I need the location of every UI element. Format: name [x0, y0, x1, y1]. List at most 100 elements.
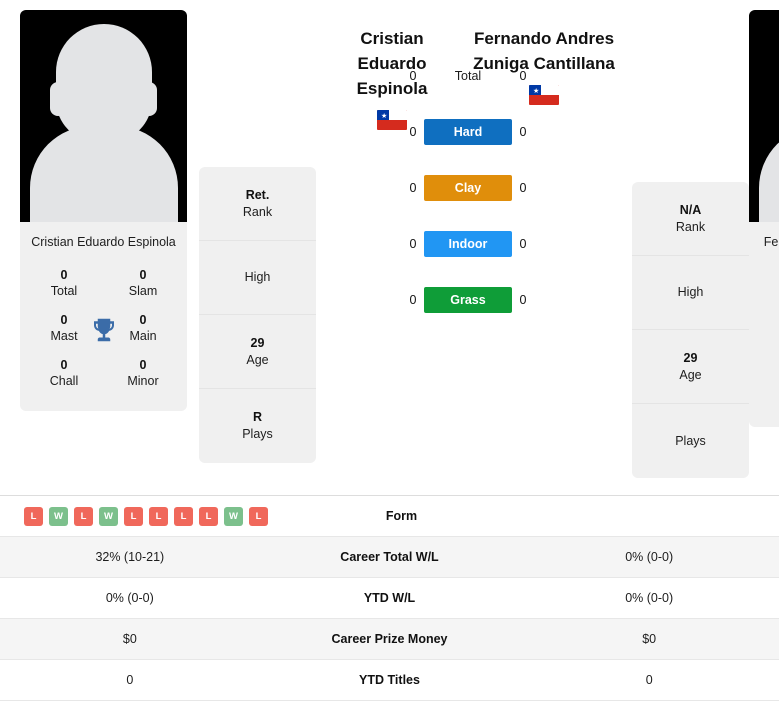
stat-label: Minor — [127, 374, 159, 388]
row-value-left: 0 — [126, 673, 134, 687]
avatar-body — [29, 126, 178, 222]
stat-chall-left: 0 Chall — [36, 358, 92, 389]
flag-star: ★ — [381, 112, 388, 120]
surface-row-hard: 0 Hard 0 — [394, 118, 542, 146]
titles-row: 0 Chall 0 Minor — [26, 352, 181, 397]
stat-value: 0 — [139, 268, 147, 282]
player-info-card-left: Ret. Rank High 29 Age R Plays — [199, 167, 316, 463]
stat-value: 0 — [60, 268, 68, 282]
stat-value: 0 — [60, 313, 68, 327]
surface-label-clay: Clay — [424, 175, 512, 201]
player-card-left[interactable]: Cristian Eduardo Espinola 0 Total 0 Slam… — [20, 10, 187, 411]
form-badge-loss: L — [174, 506, 193, 526]
surface-row-grass: 0 Grass 0 — [394, 286, 542, 314]
row-label: Career Total W/L — [340, 550, 439, 564]
titles-row: 0 Total 0 Slam — [26, 262, 181, 307]
stat-label: Main — [129, 329, 157, 343]
info-value: 29 — [250, 335, 265, 350]
stat-value: 0 — [60, 358, 68, 372]
trophy-icon — [89, 315, 119, 345]
form-badge-win: W — [99, 506, 118, 526]
player-info-card-right: N/A Rank High 29 Age Plays — [632, 182, 749, 478]
surface-right-value: 0 — [519, 293, 527, 307]
name-line: Fernando Andres — [473, 29, 615, 48]
surface-label-hard: Hard — [424, 119, 512, 145]
surface-row-indoor: 0 Indoor 0 — [394, 230, 542, 258]
info-rank-right: N/A Rank — [632, 182, 749, 256]
stat-slam-left: 0 Slam — [115, 268, 171, 299]
center-stage: Cristian Eduardo Espinola ★ Fernando And… — [316, 0, 620, 330]
form-badge-loss: L — [249, 506, 268, 526]
center-comparison: Cristian Eduardo Espinola ★ Fernando And… — [316, 0, 620, 330]
stat-label: Mast — [50, 329, 78, 343]
info-label: Plays — [242, 427, 273, 441]
surface-right-value: 0 — [519, 69, 527, 83]
titles-row: 0 Chall 0 Minor — [755, 368, 779, 413]
table-row-ytd-titles: 0 YTD Titles 0 — [0, 660, 779, 701]
info-label: Age — [679, 367, 702, 382]
stat-label: Total — [50, 284, 78, 298]
info-label: High — [677, 285, 704, 299]
form-badge-loss: L — [74, 506, 93, 526]
form-badge-win: W — [49, 506, 68, 526]
surface-label-indoor: Indoor — [424, 231, 512, 257]
stat-total-right: 0 Total — [765, 284, 779, 315]
info-value: R — [252, 410, 263, 424]
titles-row: 0 Total 0 Slam — [755, 278, 779, 323]
stat-value: 0 — [765, 284, 779, 299]
row-value-left: 32% (10-21) — [95, 550, 165, 564]
stat-main-left: 0 Main — [115, 313, 171, 344]
row-label: YTD Titles — [359, 673, 420, 687]
info-plays-left: R Plays — [199, 389, 316, 463]
info-label: Rank — [242, 204, 273, 219]
surface-right-value: 0 — [519, 125, 527, 139]
stat-mast-right: 0 Mast — [765, 329, 779, 360]
player-comparison-header: Cristian Eduardo Espinola 0 Total 0 Slam… — [0, 0, 779, 495]
info-label: Plays — [675, 433, 706, 448]
avatar-ear-left — [50, 82, 66, 116]
stat-minor-left: 0 Minor — [115, 358, 171, 389]
form-badges-left: LWLWLLLLWL — [0, 506, 276, 526]
table-row-form: LWLWLLLLWL Form — [0, 496, 779, 537]
stat-label: Total — [765, 299, 779, 315]
stat-value: 0 — [765, 374, 779, 389]
titles-grid-left: 0 Total 0 Slam 0 Mast 0 Main 0 Chall 0 M… — [20, 260, 187, 411]
stat-label: Chall — [49, 374, 79, 388]
info-plays-right: Plays — [632, 404, 749, 478]
stat-label: Slam — [128, 284, 158, 298]
stat-value: 0 — [139, 358, 147, 372]
row-value-right: $0 — [642, 632, 657, 646]
surface-left-value: 0 — [409, 125, 417, 139]
table-row-career-wl: 32% (10-21) Career Total W/L 0% (0-0) — [0, 537, 779, 578]
row-label-form: Form — [385, 509, 418, 523]
info-high-right: High — [632, 256, 749, 330]
stat-total-left: 0 Total — [36, 268, 92, 299]
surface-titles-bars: 0 Total 0 0 Hard 0 0 Clay 0 0 Indoor 0 0… — [394, 62, 542, 314]
info-value: 29 — [683, 350, 698, 365]
form-badge-win: W — [224, 506, 243, 526]
info-age-right: 29 Age — [632, 330, 749, 404]
row-label: YTD W/L — [363, 591, 416, 605]
form-badge-loss: L — [149, 506, 168, 526]
surface-label-grass: Grass — [424, 287, 512, 313]
flag-white-band — [541, 85, 559, 95]
stat-label: Mast — [765, 344, 779, 360]
form-badge-loss: L — [199, 506, 218, 526]
row-value-left: 0% (0-0) — [105, 591, 154, 605]
surface-right-value: 0 — [519, 237, 527, 251]
surface-left-value: 0 — [409, 69, 417, 83]
stat-value: 0 — [765, 329, 779, 344]
surface-left-value: 0 — [409, 237, 417, 251]
info-label: Rank — [675, 219, 706, 234]
table-row-prize-money: $0 Career Prize Money $0 — [0, 619, 779, 660]
stat-value: 0 — [139, 313, 147, 327]
info-age-left: 29 Age — [199, 315, 316, 389]
player-name-right: Fernando Andres Zuniga Cantillana — [763, 235, 779, 249]
row-value-left: $0 — [122, 632, 137, 646]
row-value-right: 0 — [645, 673, 653, 687]
stat-label: Chall — [765, 389, 779, 405]
player-card-right[interactable]: Fernando Andres Zuniga Cantillana 0 Tota… — [749, 10, 779, 427]
player-photo-left — [20, 10, 187, 222]
info-value: Ret. — [245, 187, 270, 202]
surface-row-clay: 0 Clay 0 — [394, 174, 542, 202]
